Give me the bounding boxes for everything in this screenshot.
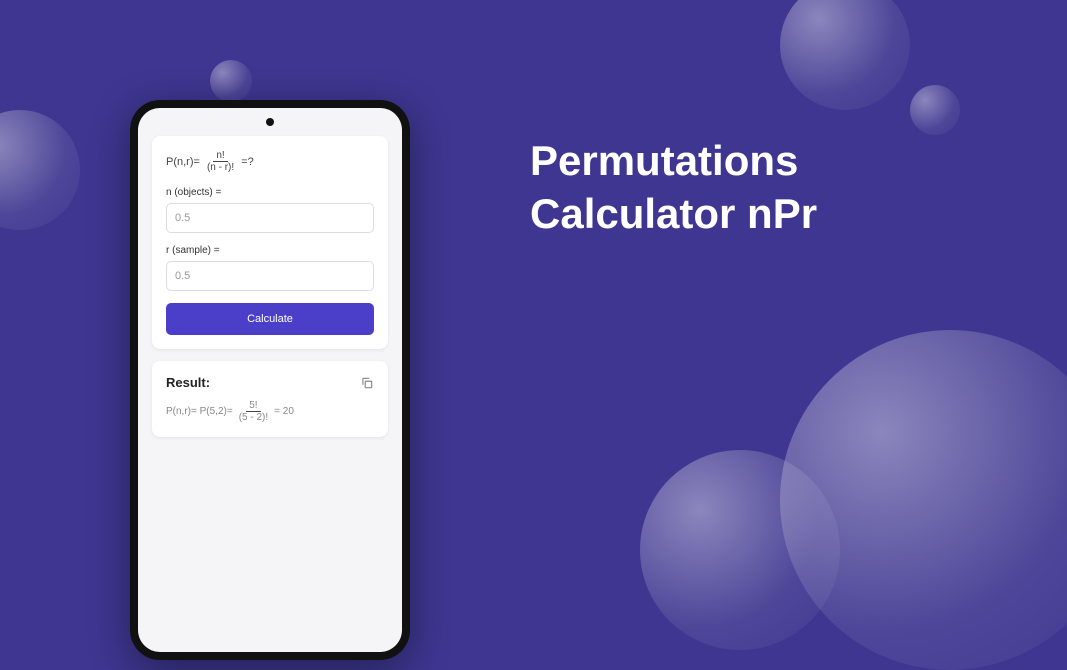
result-header: Result: — [166, 375, 374, 390]
calculate-button[interactable]: Calculate — [166, 303, 374, 335]
copy-icon[interactable] — [360, 376, 374, 390]
app-content: P(n,r)= n! (n - r)! =? n (objects) = r (… — [138, 108, 402, 463]
title-line-2: Calculator nPr — [530, 188, 817, 241]
formula-fraction: n! (n - r)! — [204, 150, 237, 173]
result-value: = 20 — [274, 406, 294, 417]
phone-camera-notch — [266, 118, 274, 126]
decorative-sphere — [0, 110, 80, 230]
formula-denominator: (n - r)! — [204, 162, 237, 173]
decorative-sphere — [910, 85, 960, 135]
n-label: n (objects) = — [166, 187, 374, 198]
decorative-sphere — [780, 0, 910, 110]
result-card: Result: P(n,r)= P(5,2)= 5! (5 - 2)! = 20 — [152, 361, 388, 437]
formula-numerator: n! — [213, 150, 227, 162]
formula-prefix: P(n,r)= — [166, 156, 200, 168]
result-title: Result: — [166, 375, 210, 390]
title-line-1: Permutations — [530, 135, 817, 188]
input-card: P(n,r)= n! (n - r)! =? n (objects) = r (… — [152, 136, 388, 349]
result-numerator: 5! — [246, 400, 260, 412]
n-input[interactable] — [166, 203, 374, 233]
result-formula: P(n,r)= P(5,2)= 5! (5 - 2)! = 20 — [166, 400, 374, 423]
formula-display: P(n,r)= n! (n - r)! =? — [166, 150, 374, 173]
phone-mockup: P(n,r)= n! (n - r)! =? n (objects) = r (… — [130, 100, 410, 660]
phone-screen: P(n,r)= n! (n - r)! =? n (objects) = r (… — [138, 108, 402, 652]
result-denominator: (5 - 2)! — [236, 412, 271, 423]
decorative-sphere — [640, 450, 840, 650]
r-label: r (sample) = — [166, 245, 374, 256]
formula-suffix: =? — [241, 156, 254, 168]
result-prefix: P(n,r)= P(5,2)= — [166, 406, 233, 417]
page-title: Permutations Calculator nPr — [530, 135, 817, 240]
r-input[interactable] — [166, 261, 374, 291]
decorative-sphere — [210, 60, 252, 102]
result-fraction: 5! (5 - 2)! — [236, 400, 271, 423]
